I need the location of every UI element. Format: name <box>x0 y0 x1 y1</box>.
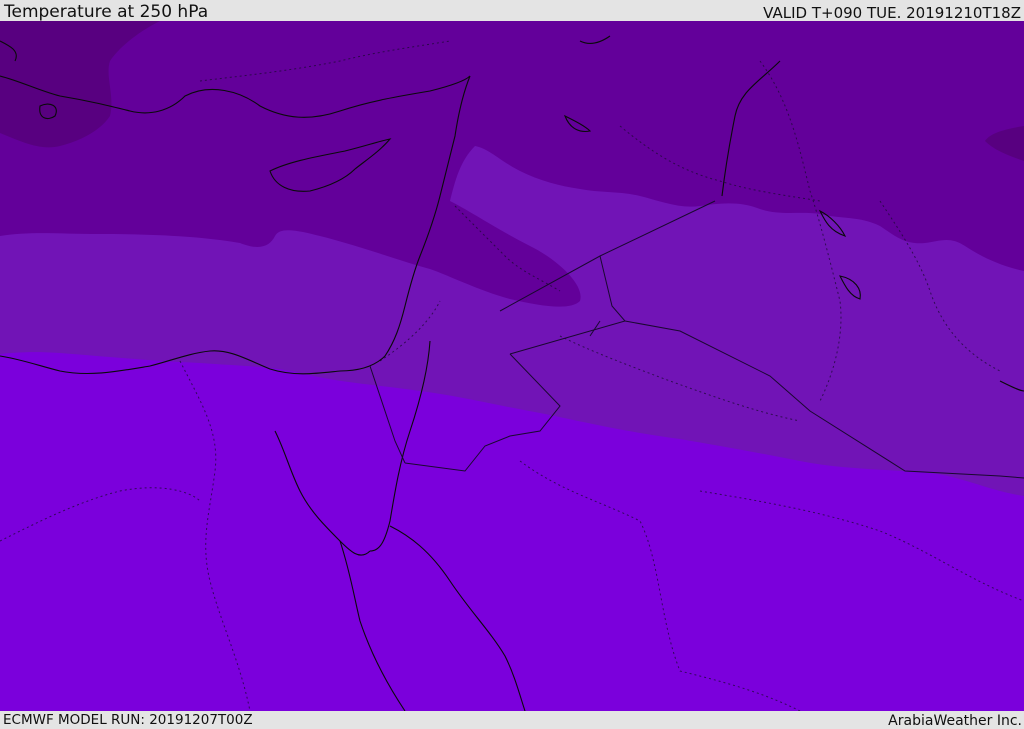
credit-label: ArabiaWeather Inc. <box>888 713 1022 729</box>
header-bar: Temperature at 250 hPa VALID T+090 TUE. … <box>0 0 1024 21</box>
valid-time: VALID T+090 TUE. 20191210T18Z <box>763 4 1021 22</box>
map-title: Temperature at 250 hPa <box>4 2 209 22</box>
weather-map <box>0 21 1024 711</box>
footer-bar: ECMWF MODEL RUN: 20191207T00Z ArabiaWeat… <box>0 711 1024 729</box>
model-run-label: ECMWF MODEL RUN: 20191207T00Z <box>3 712 253 728</box>
